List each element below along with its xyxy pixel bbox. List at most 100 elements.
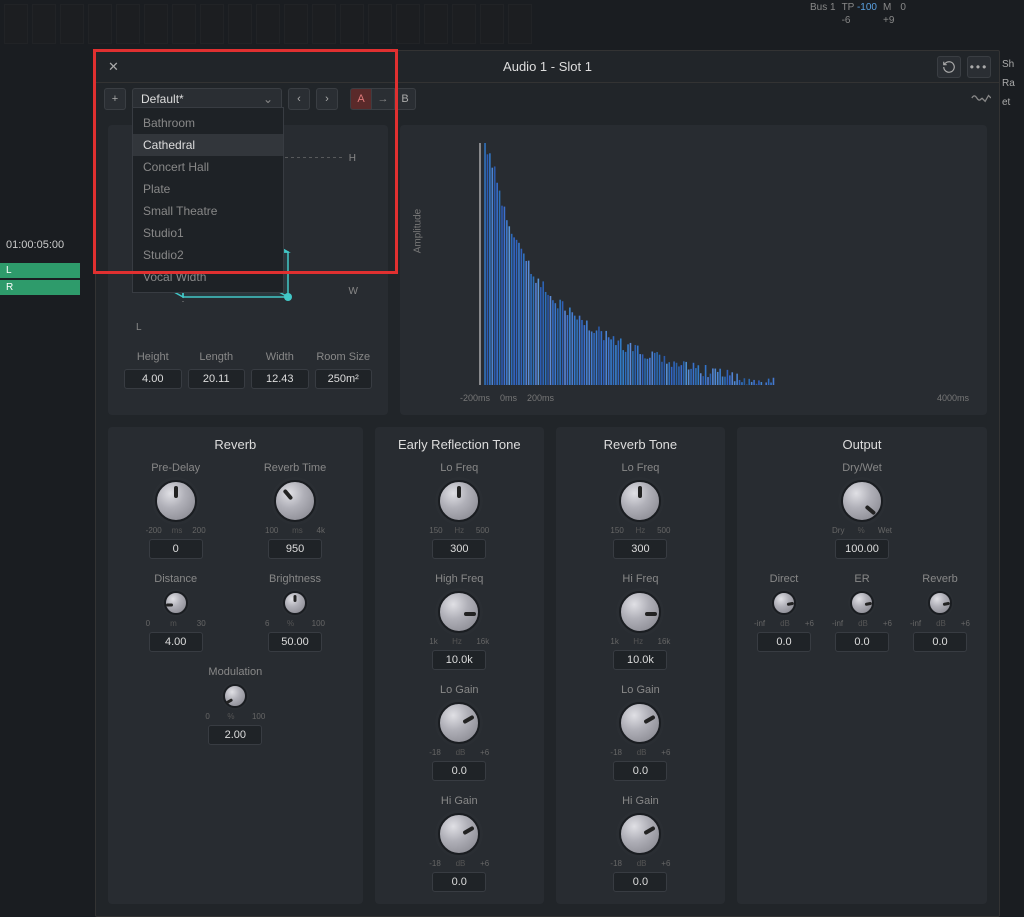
preset-option[interactable]: Studio2 <box>133 244 283 266</box>
channel-l: L <box>0 263 80 278</box>
knob-dial[interactable] <box>155 480 197 522</box>
knob-dial[interactable] <box>283 591 307 615</box>
amplitude-y-label: Amplitude <box>413 209 424 253</box>
knob-value[interactable]: 0.0 <box>613 872 667 892</box>
ab-a-button[interactable]: A <box>350 88 372 110</box>
reverb-section: Reverb Pre-Delay -200ms200 0 Reverb Time… <box>108 427 363 904</box>
knob-dial[interactable] <box>438 813 480 855</box>
knob-dial[interactable] <box>164 591 188 615</box>
knob-value[interactable]: 100.00 <box>835 539 889 559</box>
amp-tick: 4000ms <box>937 393 969 403</box>
room-param: Room Size250m² <box>315 351 373 389</box>
knob-value[interactable]: 0.0 <box>835 632 889 652</box>
knob-dial[interactable] <box>619 702 661 744</box>
knob-value[interactable]: 10.0k <box>613 650 667 670</box>
knob-dial[interactable] <box>619 480 661 522</box>
chevron-left-icon: ‹ <box>297 93 301 105</box>
knob-value[interactable]: 0.0 <box>432 872 486 892</box>
plugin-title: Audio 1 - Slot 1 <box>503 59 592 74</box>
knob-dial[interactable] <box>274 480 316 522</box>
background-meter-readout: Bus 1 TP -100-6 M+9 0 <box>804 0 1024 50</box>
knob-control: Lo Gain -18dB+6 0.0 <box>600 684 680 781</box>
knob-dial[interactable] <box>223 684 247 708</box>
reverb-tone-section: Reverb Tone Lo Freq 150Hz500 300 Hi Freq… <box>556 427 725 904</box>
knob-label: Reverb Time <box>264 462 326 474</box>
knob-dial[interactable] <box>619 813 661 855</box>
preset-option[interactable]: Small Theatre <box>133 200 283 222</box>
knob-value[interactable]: 0.0 <box>432 761 486 781</box>
knob-value[interactable]: 950 <box>268 539 322 559</box>
section-title: Reverb Tone <box>564 437 717 452</box>
knob-range: -infdB+6 <box>910 619 970 628</box>
knob-value[interactable]: 0 <box>149 539 203 559</box>
close-icon[interactable]: ✕ <box>104 55 123 79</box>
preset-prev-button[interactable]: ‹ <box>288 88 310 110</box>
preset-option[interactable]: Plate <box>133 178 283 200</box>
knob-dial[interactable] <box>438 480 480 522</box>
knob-control: Reverb Time 100ms4k 950 <box>255 462 335 559</box>
ab-b-button[interactable]: B <box>394 88 416 110</box>
axis-h-label: H <box>349 153 356 164</box>
knob-range: -18dB+6 <box>610 859 670 868</box>
knob-label: Distance <box>154 573 197 585</box>
chevron-right-icon: › <box>325 93 329 105</box>
amplitude-chart[interactable] <box>460 143 969 385</box>
knob-dial[interactable] <box>619 591 661 633</box>
knob-value[interactable]: 10.0k <box>432 650 486 670</box>
amp-tick: 200ms <box>527 393 554 403</box>
knob-dial[interactable] <box>928 591 952 615</box>
knob-dial[interactable] <box>438 591 480 633</box>
preset-option[interactable]: Cathedral <box>133 134 283 156</box>
knob-control: Lo Freq 150Hz500 300 <box>419 462 499 559</box>
param-value[interactable]: 12.43 <box>251 369 309 389</box>
param-value[interactable]: 250m² <box>315 369 373 389</box>
knob-range: -infdB+6 <box>832 619 892 628</box>
knob-value[interactable]: 0.0 <box>913 632 967 652</box>
knob-control: Direct -infdB+6 0.0 <box>745 573 823 652</box>
plus-icon: + <box>112 93 118 105</box>
knob-value[interactable]: 300 <box>613 539 667 559</box>
param-label: Width <box>251 351 309 363</box>
add-preset-button[interactable]: + <box>104 88 126 110</box>
knob-label: Hi Gain <box>622 795 659 807</box>
more-button[interactable]: ••• <box>967 56 991 78</box>
early-reflection-section: Early Reflection Tone Lo Freq 150Hz500 3… <box>375 427 544 904</box>
knob-range: 100ms4k <box>265 526 325 535</box>
knob-value[interactable]: 2.00 <box>208 725 262 745</box>
knob-label: Pre-Delay <box>151 462 200 474</box>
preset-next-button[interactable]: › <box>316 88 338 110</box>
preset-option[interactable]: Concert Hall <box>133 156 283 178</box>
preset-dropdown[interactable]: BathroomCathedralConcert HallPlateSmall … <box>132 107 284 293</box>
knob-value[interactable]: 4.00 <box>149 632 203 652</box>
history-button[interactable] <box>937 56 961 78</box>
knob-dial[interactable] <box>850 591 874 615</box>
knob-value[interactable]: 50.00 <box>268 632 322 652</box>
preset-option[interactable]: Studio1 <box>133 222 283 244</box>
knob-value[interactable]: 300 <box>432 539 486 559</box>
preset-option[interactable]: Bathroom <box>133 112 283 134</box>
ab-copy-button[interactable]: → <box>372 88 394 110</box>
knob-range: 0%100 <box>205 712 265 721</box>
knob-dial[interactable] <box>772 591 796 615</box>
waveform-icon[interactable] <box>971 91 991 108</box>
section-title: Reverb <box>116 437 355 452</box>
knob-control: ER -infdB+6 0.0 <box>823 573 901 652</box>
param-value[interactable]: 20.11 <box>188 369 246 389</box>
preset-option[interactable]: Vocal Width <box>133 266 283 288</box>
knob-range: Dry%Wet <box>832 526 892 535</box>
knob-control: High Freq 1kHz16k 10.0k <box>419 573 499 670</box>
knob-control: Hi Gain -18dB+6 0.0 <box>600 795 680 892</box>
bus-label: Bus 1 <box>810 2 836 13</box>
knob-range: -infdB+6 <box>754 619 814 628</box>
knob-value[interactable]: 0.0 <box>757 632 811 652</box>
knob-value[interactable]: 0.0 <box>613 761 667 781</box>
knob-control: Distance 0m30 4.00 <box>136 573 216 652</box>
param-value[interactable]: 4.00 <box>124 369 182 389</box>
knob-control: Reverb -infdB+6 0.0 <box>901 573 979 652</box>
output-section: Output Dry/Wet Dry%Wet 100.00 Direct -in… <box>737 427 987 904</box>
knob-dial[interactable] <box>841 480 883 522</box>
knob-dial[interactable] <box>438 702 480 744</box>
channel-r: R <box>0 280 80 295</box>
knob-control: Brightness 6%100 50.00 <box>255 573 335 652</box>
knob-control: Hi Gain -18dB+6 0.0 <box>419 795 499 892</box>
